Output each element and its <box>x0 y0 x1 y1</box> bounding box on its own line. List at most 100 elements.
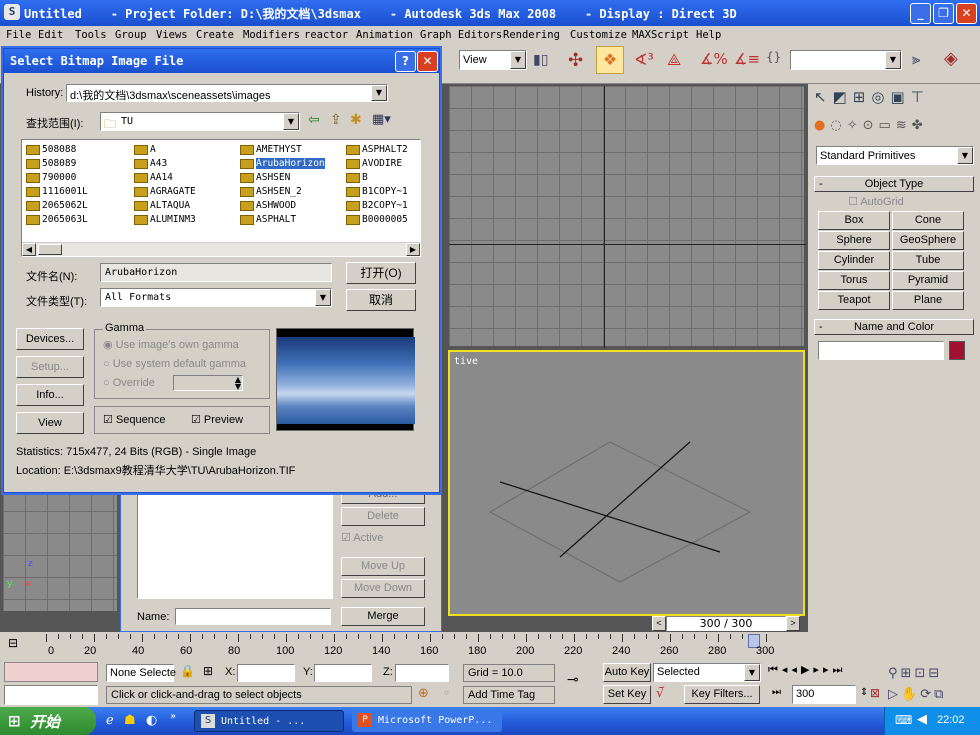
minimize-icon[interactable]: _ <box>910 3 931 24</box>
active-checkbox[interactable]: ☑ Active <box>341 531 383 544</box>
utilities-tab-icon[interactable]: ⊤ <box>911 88 930 106</box>
file-item[interactable]: B2COPY~1 <box>346 200 408 213</box>
menu-animation[interactable]: Animation <box>356 29 413 41</box>
chevron-down-icon[interactable]: ▼ <box>283 113 299 130</box>
menu-tools[interactable]: Tools <box>75 29 107 41</box>
file-item[interactable]: ArubaHorizon <box>240 158 325 171</box>
name-input[interactable] <box>175 608 331 625</box>
named-selection-icon[interactable]: {} <box>766 50 781 64</box>
selection-lock-icon[interactable]: ⊕ <box>418 686 429 701</box>
timeline-ruler[interactable]: ⊟ 0 20 40 60 80 100 120 140 160 180 200 220 240 260 28… <box>0 632 808 660</box>
behind-list[interactable] <box>137 483 333 599</box>
view-button[interactable]: View <box>16 412 84 434</box>
spinner-arrows-icon[interactable]: ▲ ▼ <box>235 376 241 391</box>
back-icon[interactable]: ⇦ <box>308 112 320 128</box>
menu-reactor[interactable]: reactor <box>304 29 348 41</box>
file-item[interactable]: 790000 <box>26 172 76 185</box>
menu-group[interactable]: Group <box>115 29 147 41</box>
geosphere-button[interactable]: GeoSphere <box>892 231 964 250</box>
menu-graph-editors[interactable]: Graph Editors <box>420 29 502 41</box>
file-item[interactable]: ASHWOOD <box>240 200 296 213</box>
quicklaunch-icon[interactable]: ☗ <box>124 713 136 728</box>
tube-button[interactable]: Tube <box>892 251 964 270</box>
curve-editor-icon[interactable]: ⊟ <box>8 636 18 650</box>
auto-key-button[interactable]: Auto Key <box>603 663 651 682</box>
file-item[interactable]: B1COPY~1 <box>346 186 408 199</box>
angle-snap-toggle-icon[interactable]: ⟁ <box>667 50 681 70</box>
angle-snap-icon[interactable]: ∢³ <box>634 50 654 69</box>
time-tag-icon[interactable]: ◦ <box>443 686 450 700</box>
close-icon[interactable]: ✕ <box>956 3 977 24</box>
primitives-dropdown[interactable]: Standard Primitives ▼ <box>816 146 974 165</box>
ie-icon[interactable]: ℯ <box>106 713 114 728</box>
scroll-thumb[interactable] <box>38 244 62 255</box>
helpers-icon[interactable]: ▭ <box>879 118 896 133</box>
file-item[interactable]: ALTAQUA <box>134 200 190 213</box>
pan-icon[interactable]: ✋ <box>901 687 920 702</box>
x-coord-input[interactable] <box>237 664 295 682</box>
file-item[interactable]: A43 <box>134 158 167 171</box>
file-item[interactable]: ASHSEN <box>240 172 290 185</box>
up-folder-icon[interactable]: ⇪ <box>330 112 342 128</box>
command-panel-tabs[interactable]: ↖◩⊞◎▣⊤ <box>814 88 976 112</box>
setup-button[interactable]: Setup... <box>16 356 84 378</box>
file-item[interactable]: 2065062L <box>26 200 88 213</box>
key-icon[interactable]: ⊸ <box>567 672 579 688</box>
add-time-tag[interactable]: Add Time Tag <box>463 686 555 704</box>
align-icon[interactable]: ◈ <box>944 48 958 69</box>
plane-button[interactable]: Plane <box>892 291 964 310</box>
zoom-icon[interactable]: ⚲ <box>888 666 901 681</box>
spacewarps-icon[interactable]: ≋ <box>896 118 912 133</box>
gamma-opt3-radio[interactable]: ○ Override <box>103 377 155 389</box>
overflow-chevron-icon[interactable]: » <box>170 711 176 722</box>
media-icon[interactable]: ◐ <box>146 713 157 728</box>
file-item[interactable]: B0000005 <box>346 214 408 227</box>
file-item[interactable]: AMETHYST <box>240 144 302 157</box>
modify-tab-icon[interactable]: ◩ <box>833 88 853 106</box>
chevron-down-icon[interactable]: ▼ <box>371 85 387 101</box>
scroll-right-icon[interactable]: ▶ <box>406 243 420 256</box>
gamma-override-spinner[interactable]: ▲ ▼ <box>173 375 243 391</box>
task-untitled[interactable]: S Untitled - ... <box>194 710 344 732</box>
devices-button[interactable]: Devices... <box>16 328 84 350</box>
delete-button[interactable]: Delete <box>341 507 425 526</box>
gamma-opt1-radio[interactable]: ◉ Use image's own gamma <box>103 338 239 351</box>
sphere-button[interactable]: Sphere <box>818 231 890 250</box>
viewport-nav-controls[interactable]: ⚲⊞⊡⊟ ▷✋⟳⧉ <box>888 663 978 705</box>
tray-arrow-icon[interactable]: ◀ <box>917 712 927 727</box>
file-list[interactable]: 508088 508089 790000 1116001L 2065062L 206506… <box>21 139 421 257</box>
key-mode-icon[interactable]: ⏭ <box>772 687 781 698</box>
menu-views[interactable]: Views <box>156 29 188 41</box>
cancel-button[interactable]: 取消 <box>346 289 416 311</box>
create-category-icons[interactable]: ●◌✧⊙▭≋✤ <box>814 118 976 138</box>
restore-icon[interactable]: ❐ <box>933 3 954 24</box>
scroll-left-icon[interactable]: ◀ <box>22 243 36 256</box>
lights-icon[interactable]: ✧ <box>847 118 863 133</box>
cameras-icon[interactable]: ⊙ <box>863 118 879 133</box>
chevron-down-icon[interactable]: ▼ <box>315 289 331 306</box>
play-icon[interactable]: ▶ <box>801 663 813 676</box>
select-manipulate-icon[interactable]: ✣ <box>568 50 583 71</box>
playback-controls[interactable]: ⏮◂◂▶▸▸⏭ <box>768 663 878 682</box>
next-frame-icon[interactable]: ▸▸ <box>813 663 832 676</box>
info-button[interactable]: Info... <box>16 384 84 406</box>
geometry-icon[interactable]: ● <box>814 118 830 133</box>
zoom-extents-icon[interactable]: ⊡ <box>914 666 928 681</box>
orbit-icon[interactable]: ⟳ <box>920 687 934 702</box>
go-end-icon[interactable]: ⏭ <box>832 663 846 676</box>
pivot-icon[interactable]: ▮▯ <box>533 52 548 68</box>
spinner-arrows-icon[interactable]: ⇕ <box>860 687 868 698</box>
filename-input[interactable]: ArubaHorizon <box>100 263 332 282</box>
viewport-front-partial[interactable]: z y x <box>2 488 118 612</box>
move-down-button[interactable]: Move Down <box>341 579 425 598</box>
current-frame-input[interactable]: 300 <box>792 685 856 704</box>
file-item[interactable]: B <box>346 172 368 185</box>
hierarchy-tab-icon[interactable]: ⊞ <box>853 88 872 106</box>
cone-button[interactable]: Cone <box>892 211 964 230</box>
chevron-down-icon[interactable]: ▼ <box>744 664 760 681</box>
file-item[interactable]: ASHSEN_2 <box>240 186 302 199</box>
systems-icon[interactable]: ✤ <box>912 118 928 133</box>
gamma-opt2-radio[interactable]: ○ Use system default gamma <box>103 358 246 370</box>
file-item[interactable]: 1116001L <box>26 186 88 199</box>
teapot-button[interactable]: Teapot <box>818 291 890 310</box>
